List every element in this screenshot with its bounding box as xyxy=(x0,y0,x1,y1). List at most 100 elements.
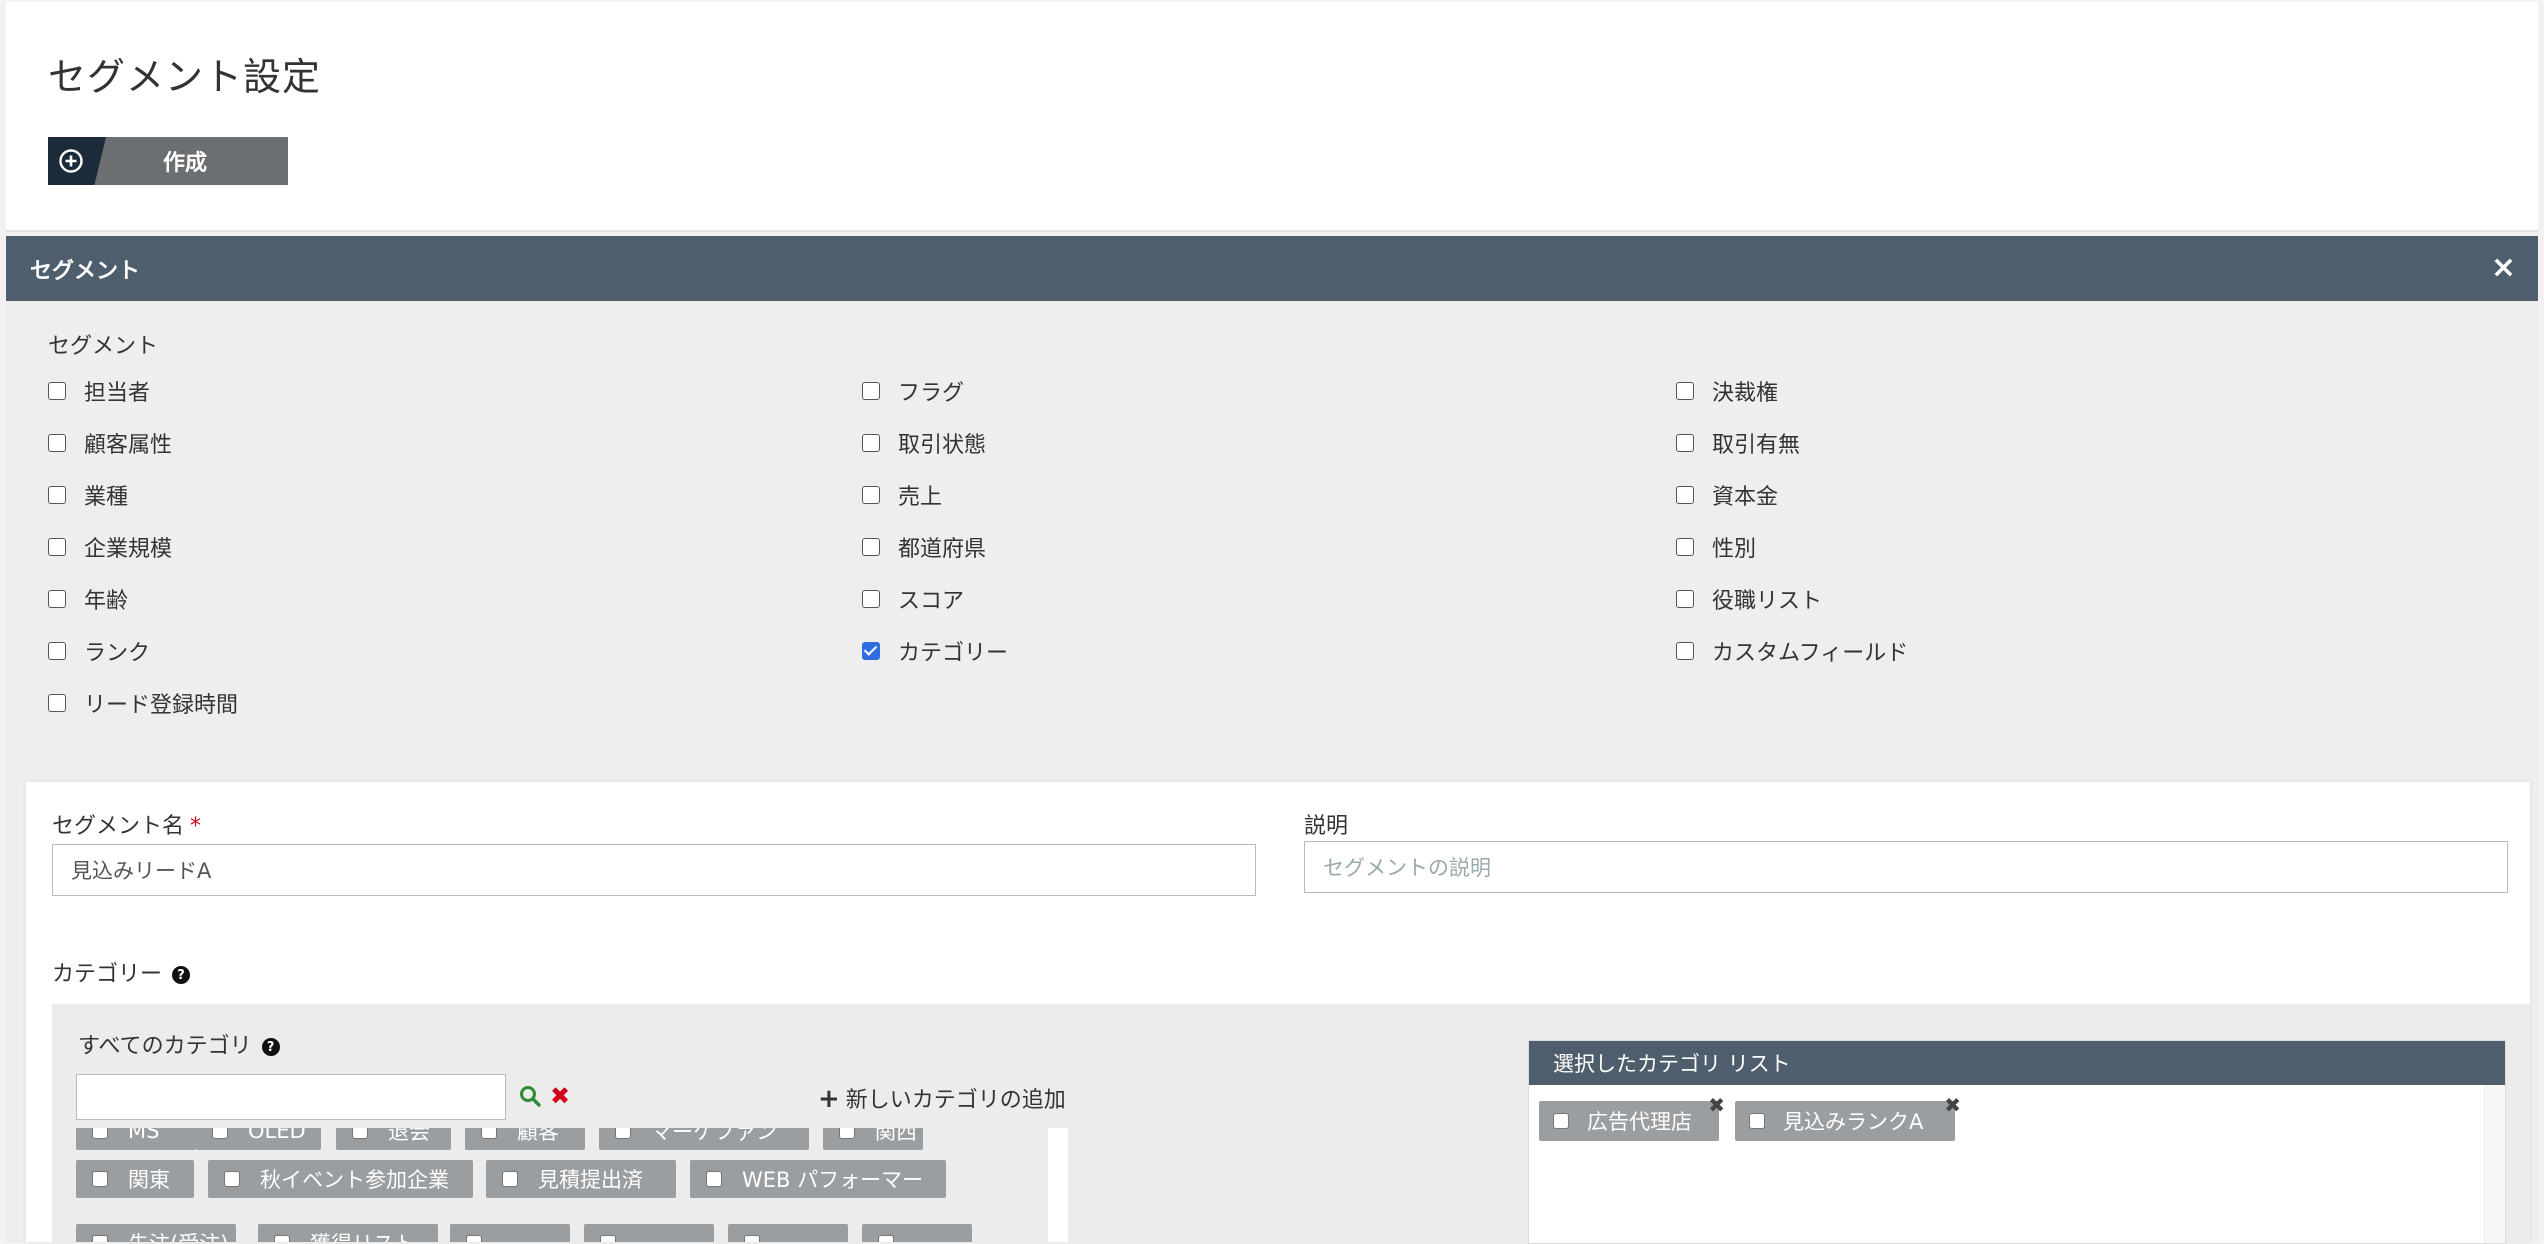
checkbox[interactable] xyxy=(615,1128,631,1139)
checkbox[interactable] xyxy=(1676,382,1694,400)
segment-option[interactable]: 資本金 xyxy=(1676,480,1778,510)
checkbox[interactable] xyxy=(481,1128,497,1139)
segment-option[interactable]: 取引有無 xyxy=(1676,428,1800,458)
plus-icon: + xyxy=(818,1084,840,1114)
category-label: カテゴリー? xyxy=(52,956,191,988)
category-chip-label: 退会 xyxy=(388,1128,430,1144)
description-input[interactable]: セグメントの説明 xyxy=(1304,841,2508,893)
selected-scrollbar[interactable] xyxy=(2484,1085,2505,1243)
checkbox[interactable] xyxy=(862,486,880,504)
segment-option[interactable]: 担当者 xyxy=(48,376,150,406)
checkbox[interactable] xyxy=(502,1171,518,1187)
remove-icon[interactable]: ✖ xyxy=(1708,1093,1725,1117)
add-category-link[interactable]: + 新しいカテゴリの追加 xyxy=(818,1082,1066,1114)
category-chip[interactable] xyxy=(862,1224,972,1242)
checkbox[interactable] xyxy=(48,694,66,712)
segment-option[interactable]: 都道府県 xyxy=(862,532,986,562)
category-chip[interactable]: 秋イベント参加企業 xyxy=(208,1160,473,1198)
required-mark: * xyxy=(190,814,202,839)
checkbox[interactable] xyxy=(706,1171,722,1187)
category-chip[interactable] xyxy=(450,1224,570,1242)
category-chip[interactable]: 退会 xyxy=(336,1128,451,1150)
search-icon[interactable] xyxy=(518,1084,542,1108)
checkbox[interactable] xyxy=(92,1171,108,1187)
checkbox[interactable] xyxy=(878,1235,894,1242)
segment-option[interactable]: 顧客属性 xyxy=(48,428,172,458)
category-chip[interactable]: 関東 xyxy=(76,1160,194,1198)
segment-option[interactable]: カテゴリー xyxy=(862,636,1008,666)
category-chip[interactable]: WEB パフォーマー xyxy=(690,1160,946,1198)
checkbox[interactable] xyxy=(48,642,66,660)
checkbox[interactable] xyxy=(1676,642,1694,660)
checkbox[interactable] xyxy=(212,1128,228,1139)
segment-option-label: カスタムフィールド xyxy=(1712,641,1909,666)
checkbox[interactable] xyxy=(1749,1113,1765,1129)
segment-option[interactable]: 取引状態 xyxy=(862,428,986,458)
category-search-input[interactable] xyxy=(76,1074,506,1120)
category-chip[interactable] xyxy=(728,1224,848,1242)
category-chip[interactable]: MS xyxy=(76,1128,196,1150)
checkbox[interactable] xyxy=(224,1171,240,1187)
category-chips: MS OLED 退会 顧客 マーケファン 関西関東 秋イベント参加企業 見積提出済 WEB パフ… xyxy=(76,1128,1036,1242)
selected-category-label: 見込みランクA xyxy=(1783,1110,1924,1134)
category-chip[interactable]: 関西 xyxy=(823,1128,923,1150)
segment-option[interactable]: 企業規模 xyxy=(48,532,172,562)
selected-category-chip[interactable]: 広告代理店 ✖ xyxy=(1539,1093,1725,1141)
segment-option[interactable]: ランク xyxy=(48,636,150,666)
segment-option[interactable]: カスタムフィールド xyxy=(1676,636,1908,666)
checkbox[interactable] xyxy=(1676,538,1694,556)
segment-option[interactable]: 役職リスト xyxy=(1676,584,1822,614)
help-icon[interactable]: ? xyxy=(172,966,191,984)
create-button[interactable]: 作成 xyxy=(48,137,288,185)
category-chip[interactable]: OLED xyxy=(196,1128,321,1150)
remove-icon[interactable]: ✖ xyxy=(1944,1093,1961,1117)
checkbox[interactable] xyxy=(862,538,880,556)
category-chip[interactable]: 顧客 xyxy=(465,1128,585,1150)
checkbox[interactable] xyxy=(48,590,66,608)
checkbox[interactable] xyxy=(839,1128,855,1139)
checkbox[interactable] xyxy=(92,1235,108,1242)
close-icon[interactable]: × xyxy=(2491,253,2516,283)
segment-name-input[interactable]: 見込みリードA xyxy=(52,844,1256,896)
category-chip[interactable]: 先注(受注) xyxy=(76,1224,236,1242)
category-chip[interactable]: 獲得リスト xyxy=(258,1224,438,1242)
category-chip-label: 見積提出済 xyxy=(538,1168,643,1192)
checkbox[interactable] xyxy=(92,1128,108,1139)
category-chip[interactable]: 見積提出済 xyxy=(486,1160,676,1198)
segment-option[interactable]: 性別 xyxy=(1676,532,1756,562)
checkbox[interactable] xyxy=(862,642,880,660)
help-icon[interactable]: ? xyxy=(261,1038,280,1056)
checkbox[interactable] xyxy=(862,590,880,608)
checkbox[interactable] xyxy=(466,1235,482,1242)
segment-option[interactable]: フラグ xyxy=(862,376,964,406)
checkbox[interactable] xyxy=(862,434,880,452)
checkbox[interactable] xyxy=(1676,486,1694,504)
checkbox[interactable] xyxy=(600,1235,616,1242)
segment-option[interactable]: 売上 xyxy=(862,480,942,510)
checkbox[interactable] xyxy=(274,1235,290,1242)
category-chip[interactable]: マーケファン xyxy=(599,1128,809,1150)
selected-category-chip[interactable]: 見込みランクA ✖ xyxy=(1735,1093,1961,1141)
segment-option-label: 企業規模 xyxy=(84,537,173,562)
chips-scrollbar[interactable] xyxy=(1048,1128,1068,1242)
checkbox[interactable] xyxy=(1676,590,1694,608)
checkbox[interactable] xyxy=(48,382,66,400)
segment-option[interactable]: リード登録時間 xyxy=(48,688,238,718)
checkbox[interactable] xyxy=(352,1128,368,1139)
checkbox[interactable] xyxy=(48,486,66,504)
checkbox[interactable] xyxy=(744,1235,760,1242)
category-chip-label: OLED xyxy=(248,1128,306,1143)
segment-option[interactable]: 決裁権 xyxy=(1676,376,1778,406)
checkbox[interactable] xyxy=(48,538,66,556)
checkbox[interactable] xyxy=(48,434,66,452)
segment-option[interactable]: スコア xyxy=(862,584,964,614)
checkbox[interactable] xyxy=(1676,434,1694,452)
category-chip[interactable] xyxy=(584,1224,714,1242)
clear-icon[interactable]: ✖ xyxy=(550,1082,570,1110)
category-chip-label: MS xyxy=(128,1128,160,1143)
segment-option[interactable]: 業種 xyxy=(48,480,128,510)
segment-panel-header: セグメント × xyxy=(6,236,2538,301)
checkbox[interactable] xyxy=(862,382,880,400)
segment-option[interactable]: 年齢 xyxy=(48,584,128,614)
checkbox[interactable] xyxy=(1553,1113,1569,1129)
